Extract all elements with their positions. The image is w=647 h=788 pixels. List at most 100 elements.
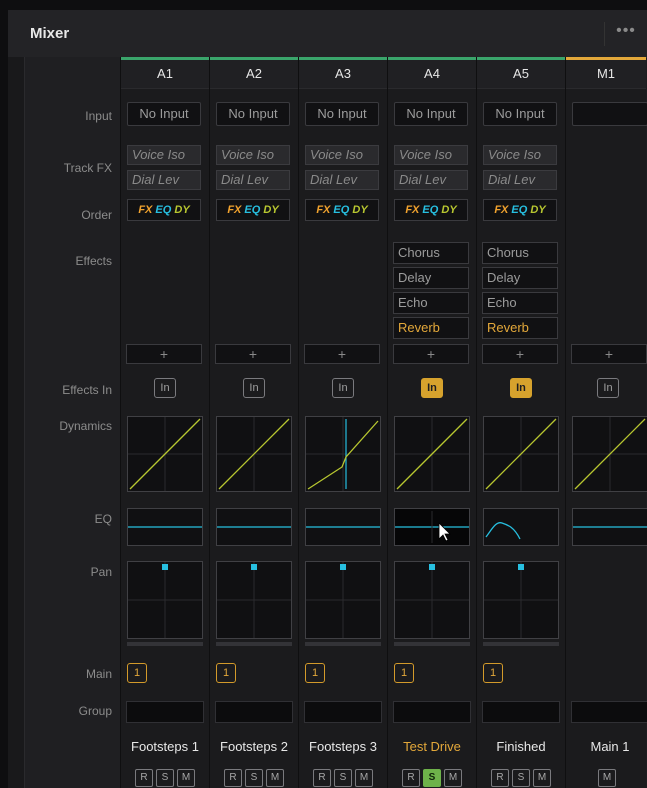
mute-button[interactable]: M — [444, 769, 462, 787]
effect-slot-delay[interactable]: Delay — [482, 267, 558, 289]
dynamics-graph[interactable] — [216, 416, 292, 492]
track-name[interactable]: Main 1 — [563, 739, 647, 754]
pan-width-slider[interactable] — [394, 642, 470, 646]
eq-graph[interactable] — [216, 508, 292, 546]
order-fx-tag: FX — [316, 204, 331, 216]
add-effect-button[interactable]: + — [126, 344, 202, 364]
track-fx-slot[interactable]: Voice Iso — [216, 145, 290, 165]
processing-order-button[interactable]: FX EQ DY — [216, 199, 290, 221]
dynamics-graph[interactable] — [394, 416, 470, 492]
track-name[interactable]: Test Drive — [385, 739, 479, 754]
main-bus-assign-button[interactable]: 1 — [394, 663, 414, 683]
processing-order-button[interactable]: FX EQ DY — [305, 199, 379, 221]
group-assign[interactable] — [126, 701, 204, 723]
effect-slot-chorus[interactable]: Chorus — [482, 242, 558, 264]
solo-button[interactable]: S — [156, 769, 174, 787]
pan-control[interactable] — [127, 561, 203, 639]
left-collapse-strip[interactable] — [8, 57, 25, 788]
add-effect-button[interactable]: + — [571, 344, 647, 364]
effect-slot-echo[interactable]: Echo — [393, 292, 469, 314]
eq-graph[interactable] — [394, 508, 470, 546]
track-fx-slot[interactable]: Dial Lev — [394, 170, 468, 190]
effect-slot-reverb[interactable]: Reverb — [482, 317, 558, 339]
effects-in-toggle[interactable]: In — [597, 378, 619, 398]
mute-button[interactable]: M — [355, 769, 373, 787]
pan-control[interactable] — [394, 561, 470, 639]
processing-order-button[interactable]: FX EQ DY — [127, 199, 201, 221]
solo-button[interactable]: S — [334, 769, 352, 787]
dynamics-graph[interactable] — [305, 416, 381, 492]
record-arm-button[interactable]: R — [491, 769, 509, 787]
pan-control[interactable] — [305, 561, 381, 639]
group-assign[interactable] — [215, 701, 293, 723]
main-bus-assign-button[interactable]: 1 — [216, 663, 236, 683]
track-fx-slot[interactable]: Dial Lev — [305, 170, 379, 190]
add-effect-button[interactable]: + — [482, 344, 558, 364]
track-name[interactable]: Footsteps 1 — [118, 739, 212, 754]
solo-button[interactable]: S — [245, 769, 263, 787]
add-effect-button[interactable]: + — [215, 344, 291, 364]
track-fx-slot[interactable]: Dial Lev — [127, 170, 201, 190]
main-bus-assign-button[interactable]: 1 — [305, 663, 325, 683]
dynamics-graph[interactable] — [572, 416, 647, 492]
track-fx-slot[interactable]: Voice Iso — [127, 145, 201, 165]
solo-button[interactable]: S — [512, 769, 530, 787]
input-selector[interactable]: No Input — [127, 102, 201, 126]
eq-graph[interactable] — [305, 508, 381, 546]
group-assign[interactable] — [571, 701, 647, 723]
track-fx-slot[interactable]: Dial Lev — [483, 170, 557, 190]
pan-control[interactable] — [216, 561, 292, 639]
track-fx-slot[interactable]: Voice Iso — [305, 145, 379, 165]
mute-button[interactable]: M — [177, 769, 195, 787]
mute-button[interactable]: M — [266, 769, 284, 787]
group-assign[interactable] — [482, 701, 560, 723]
dynamics-graph[interactable] — [483, 416, 559, 492]
group-assign[interactable] — [393, 701, 471, 723]
track-fx-slot[interactable]: Dial Lev — [216, 170, 290, 190]
add-effect-button[interactable]: + — [393, 344, 469, 364]
dynamics-graph[interactable] — [127, 416, 203, 492]
record-arm-button[interactable]: R — [224, 769, 242, 787]
group-assign[interactable] — [304, 701, 382, 723]
add-effect-button[interactable]: + — [304, 344, 380, 364]
effect-slot-chorus[interactable]: Chorus — [393, 242, 469, 264]
eq-graph[interactable] — [483, 508, 559, 546]
input-selector[interactable]: No Input — [216, 102, 290, 126]
mute-button[interactable]: M — [598, 769, 616, 787]
effects-in-toggle[interactable]: In — [243, 378, 265, 398]
main-bus-assign-button[interactable]: 1 — [483, 663, 503, 683]
pan-width-slider[interactable] — [127, 642, 203, 646]
more-dots-icon[interactable]: ••• — [604, 22, 647, 46]
pan-width-slider[interactable] — [483, 642, 559, 646]
pan-control[interactable] — [483, 561, 559, 639]
eq-graph[interactable] — [572, 508, 647, 546]
pan-width-slider[interactable] — [305, 642, 381, 646]
input-selector[interactable]: No Input — [305, 102, 379, 126]
effect-slot-reverb[interactable]: Reverb — [393, 317, 469, 339]
effects-in-toggle[interactable]: In — [332, 378, 354, 398]
record-arm-button[interactable]: R — [402, 769, 420, 787]
pan-width-slider[interactable] — [216, 642, 292, 646]
track-name[interactable]: Finished — [474, 739, 568, 754]
input-selector[interactable]: No Input — [483, 102, 557, 126]
processing-order-button[interactable]: FX EQ DY — [394, 199, 468, 221]
record-arm-button[interactable]: R — [135, 769, 153, 787]
effects-in-toggle[interactable]: In — [421, 378, 443, 398]
effect-slot-delay[interactable]: Delay — [393, 267, 469, 289]
processing-order-button[interactable]: FX EQ DY — [483, 199, 557, 221]
record-arm-button[interactable]: R — [313, 769, 331, 787]
track-name[interactable]: Footsteps 2 — [207, 739, 301, 754]
input-selector[interactable]: No Input — [394, 102, 468, 126]
track-name[interactable]: Footsteps 3 — [296, 739, 390, 754]
mute-button[interactable]: M — [533, 769, 551, 787]
effects-in-toggle[interactable]: In — [154, 378, 176, 398]
effect-slot-echo[interactable]: Echo — [482, 292, 558, 314]
eq-graph[interactable] — [127, 508, 203, 546]
input-selector[interactable] — [572, 102, 647, 126]
effects-in-toggle[interactable]: In — [510, 378, 532, 398]
main-bus-assign-button[interactable]: 1 — [127, 663, 147, 683]
solo-button[interactable]: S — [423, 769, 441, 787]
track-fx-slot[interactable]: Voice Iso — [394, 145, 468, 165]
track-fx-slot[interactable]: Voice Iso — [483, 145, 557, 165]
row-label-main: Main — [85, 667, 112, 681]
